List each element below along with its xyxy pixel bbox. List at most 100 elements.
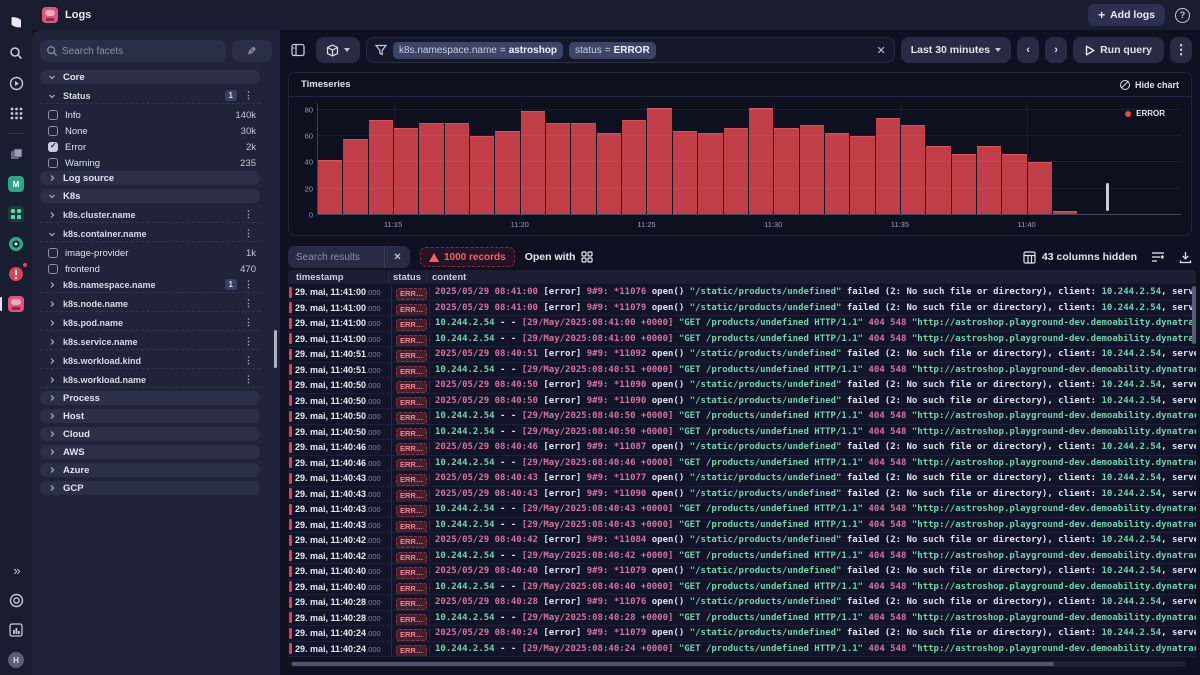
kebab-menu-icon[interactable]: ⋮: [244, 317, 252, 328]
problems-app-icon[interactable]: [6, 264, 26, 284]
facet-group-gcp[interactable]: GCP: [40, 481, 260, 495]
kubernetes-app-icon[interactable]: [6, 234, 26, 254]
status-badge[interactable]: ERR…: [396, 614, 427, 626]
table-row[interactable]: 29. mai, 11:40:40.000ERR…2025/05/29 08:4…: [288, 564, 1196, 580]
chart-legend[interactable]: ERROR: [1125, 109, 1165, 118]
column-header-timestamp[interactable]: timestamp: [288, 272, 388, 283]
checkbox[interactable]: [48, 110, 58, 120]
table-row[interactable]: 29. mai, 11:40:43.000ERR…2025/05/29 08:4…: [288, 471, 1196, 487]
search-results-input[interactable]: [288, 246, 384, 268]
bar[interactable]: [343, 139, 367, 215]
table-row[interactable]: 29. mai, 11:40:40.000ERR…10.244.2.54 - -…: [288, 580, 1196, 596]
logs-app-icon-active[interactable]: [6, 294, 26, 314]
facet-field-k8s-workload-kind[interactable]: k8s.workload.kind⋮: [40, 353, 260, 369]
status-badge[interactable]: ERR…: [396, 645, 427, 657]
table-row[interactable]: 29. mai, 11:41:00.000ERR…10.244.2.54 - -…: [288, 316, 1196, 332]
time-shift-forward-button[interactable]: ›: [1045, 37, 1067, 63]
checkbox[interactable]: [48, 158, 58, 168]
filter-bar[interactable]: k8s.namespace.name=astroshop status=ERRO…: [366, 37, 895, 63]
column-header-content[interactable]: content: [426, 272, 1196, 283]
bar[interactable]: [546, 123, 570, 215]
table-row[interactable]: 29. mai, 11:40:42.000ERR…10.244.2.54 - -…: [288, 549, 1196, 565]
status-badge[interactable]: ERR…: [396, 521, 427, 533]
vertical-scrollbar-handle[interactable]: [1192, 286, 1196, 344]
facet-option-info[interactable]: Info140k: [40, 107, 260, 123]
table-row[interactable]: 29. mai, 11:40:46.000ERR…2025/05/29 08:4…: [288, 440, 1196, 456]
collapse-panel-button[interactable]: [286, 38, 310, 62]
facet-field-k8s-pod-name[interactable]: k8s.pod.name⋮: [40, 315, 260, 331]
status-badge[interactable]: ERR…: [396, 319, 427, 331]
filter-chip-status[interactable]: status=ERROR: [569, 42, 656, 59]
clear-results-search-button[interactable]: [384, 246, 410, 268]
facet-option-image-provider[interactable]: image-provider1k: [40, 245, 260, 261]
facet-field-status[interactable]: Status1⋮: [40, 88, 260, 104]
facet-group-aws[interactable]: AWS: [40, 445, 260, 459]
bar[interactable]: [673, 131, 697, 215]
infrastructure-app-icon[interactable]: [6, 144, 26, 164]
kebab-menu-icon[interactable]: ⋮: [244, 355, 252, 366]
facet-option-frontend[interactable]: frontend470: [40, 261, 260, 277]
sidebar-scrollbar[interactable]: [274, 330, 277, 368]
table-row[interactable]: 29. mai, 11:40:43.000ERR…10.244.2.54 - -…: [288, 502, 1196, 518]
bar[interactable]: [1002, 154, 1026, 215]
status-badge[interactable]: ERR…: [396, 459, 427, 471]
status-badge[interactable]: ERR…: [396, 552, 427, 564]
time-range-dropdown[interactable]: Last 30 minutes: [901, 37, 1011, 63]
status-badge[interactable]: ERR…: [396, 350, 427, 362]
bar[interactable]: [926, 146, 950, 215]
kebab-menu-icon[interactable]: ⋮: [244, 228, 252, 239]
table-row[interactable]: 29. mai, 11:40:28.000ERR…10.244.2.54 - -…: [288, 611, 1196, 627]
status-badge[interactable]: ERR…: [396, 428, 427, 440]
facet-option-error[interactable]: Error2k: [40, 139, 260, 155]
status-badge[interactable]: ERR…: [396, 490, 427, 502]
clear-filter-icon[interactable]: [876, 44, 885, 57]
bar[interactable]: [495, 131, 519, 215]
facet-group-host[interactable]: Host: [40, 409, 260, 423]
table-row[interactable]: 29. mai, 11:40:28.000ERR…2025/05/29 08:4…: [288, 595, 1196, 611]
status-badge[interactable]: ERR…: [396, 598, 427, 610]
checkbox[interactable]: [48, 248, 58, 258]
bar[interactable]: [800, 125, 824, 215]
edit-facets-button[interactable]: [232, 40, 272, 62]
status-badge[interactable]: ERR…: [396, 536, 427, 548]
bar[interactable]: [876, 118, 900, 216]
facet-group-k8s[interactable]: K8s: [40, 189, 260, 203]
horizontal-scrollbar[interactable]: [290, 661, 1186, 667]
facet-option-warning[interactable]: Warning235: [40, 155, 260, 171]
kebab-menu-icon[interactable]: ⋮: [244, 209, 252, 220]
download-icon[interactable]: [1179, 251, 1192, 264]
table-row[interactable]: 29. mai, 11:40:51.000ERR…10.244.2.54 - -…: [288, 363, 1196, 379]
table-row[interactable]: 29. mai, 11:40:24.000ERR…2025/05/29 08:4…: [288, 626, 1196, 642]
table-row[interactable]: 29. mai, 11:40:43.000ERR…2025/05/29 08:4…: [288, 487, 1196, 503]
kebab-menu-icon[interactable]: ⋮: [244, 336, 252, 347]
facet-group-log-source[interactable]: Log source: [40, 171, 260, 185]
bar[interactable]: [419, 123, 443, 215]
wrap-lines-icon[interactable]: [1151, 251, 1165, 263]
checkbox[interactable]: [48, 142, 58, 152]
status-badge[interactable]: ERR…: [396, 474, 427, 486]
table-row[interactable]: 29. mai, 11:40:46.000ERR…10.244.2.54 - -…: [288, 456, 1196, 472]
bar[interactable]: [774, 128, 798, 215]
table-row[interactable]: 29. mai, 11:41:00.000ERR…2025/05/29 08:4…: [288, 285, 1196, 301]
query-options-menu[interactable]: [1170, 37, 1192, 63]
bar[interactable]: [470, 136, 494, 215]
status-badge[interactable]: ERR…: [396, 381, 427, 393]
kebab-menu-icon[interactable]: ⋮: [244, 90, 252, 101]
table-row[interactable]: 29. mai, 11:40:24.000ERR…10.244.2.54 - -…: [288, 642, 1196, 658]
table-row[interactable]: 29. mai, 11:41:00.000ERR…10.244.2.54 - -…: [288, 332, 1196, 348]
add-logs-button[interactable]: Add logs: [1088, 4, 1165, 26]
run-query-button[interactable]: Run query: [1073, 37, 1164, 63]
bar[interactable]: [977, 146, 1001, 215]
bar[interactable]: [571, 123, 595, 215]
table-row[interactable]: 29. mai, 11:40:42.000ERR…2025/05/29 08:4…: [288, 533, 1196, 549]
help-icon[interactable]: [1175, 8, 1190, 23]
columns-hidden-button[interactable]: 43 columns hidden: [1023, 251, 1137, 264]
expand-rail-icon[interactable]: »: [6, 560, 26, 580]
kebab-menu-icon[interactable]: ⋮: [244, 279, 252, 290]
status-badge[interactable]: ERR…: [396, 443, 427, 455]
bar[interactable]: [597, 133, 621, 215]
legend-scrollbar[interactable]: [1106, 183, 1109, 211]
facet-field-k8s-node-name[interactable]: k8s.node.name⋮: [40, 296, 260, 312]
bar[interactable]: [850, 136, 874, 215]
search-facets-input[interactable]: [40, 40, 226, 62]
